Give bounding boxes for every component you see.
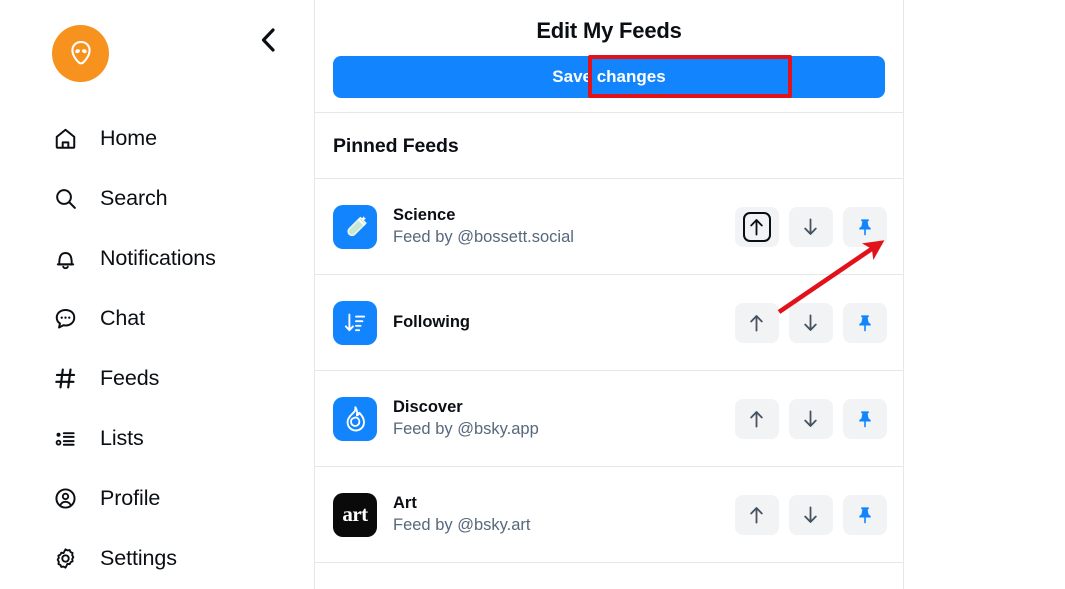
bell-icon	[52, 245, 78, 271]
main-content: Edit My Feeds Save changes Pinned Feeds …	[315, 0, 904, 589]
row-actions	[734, 494, 887, 535]
move-down-button[interactable]	[788, 398, 833, 439]
feed-byline: Feed by @bossett.social	[393, 227, 574, 246]
feed-info: Art Feed by @bsky.art	[393, 493, 735, 536]
move-down-button[interactable]	[788, 302, 833, 343]
next-row-placeholder	[315, 562, 903, 589]
table-row[interactable]: Following	[315, 274, 903, 370]
sidebar: Home Search Notifications Chat Feeds Lis…	[0, 0, 315, 589]
alien-avatar-icon[interactable]	[52, 25, 109, 82]
sidebar-item-lists[interactable]: Lists	[0, 408, 314, 468]
sidebar-item-label: Profile	[100, 485, 161, 510]
sidebar-item-notifications[interactable]: Notifications	[0, 228, 314, 288]
feed-byline: Feed by @bsky.app	[393, 419, 539, 438]
chevron-left-icon[interactable]	[250, 22, 286, 58]
sidebar-item-label: Chat	[100, 305, 146, 330]
table-row[interactable]: Discover Feed by @bsky.app	[315, 370, 903, 466]
search-icon	[52, 185, 78, 211]
pin-button[interactable]	[842, 398, 887, 439]
sidebar-item-label: Feeds	[100, 365, 160, 390]
sidebar-item-settings[interactable]: Settings	[0, 528, 314, 588]
move-up-button[interactable]	[734, 302, 779, 343]
sidebar-header	[0, 0, 314, 108]
save-changes-button[interactable]: Save changes	[333, 56, 885, 98]
move-down-button[interactable]	[788, 206, 833, 247]
feed-name: Following	[393, 313, 470, 332]
row-actions	[734, 206, 887, 247]
test-tube-icon	[333, 204, 377, 249]
sidebar-item-profile[interactable]: Profile	[0, 468, 314, 528]
feed-info: Science Feed by @bossett.social	[393, 205, 735, 248]
page-title: Edit My Feeds	[536, 18, 682, 43]
pin-button[interactable]	[842, 206, 887, 247]
table-row[interactable]: art Art Feed by @bsky.art	[315, 466, 903, 562]
move-up-button[interactable]	[734, 206, 779, 247]
pin-button[interactable]	[842, 494, 887, 535]
feed-info: Following	[393, 312, 735, 333]
hashtag-icon	[52, 365, 78, 391]
sidebar-item-home[interactable]: Home	[0, 108, 314, 168]
sidebar-item-label: Notifications	[100, 245, 216, 270]
sidebar-item-label: Settings	[100, 545, 177, 570]
sort-descending-icon	[333, 300, 377, 345]
row-actions	[734, 398, 887, 439]
row-actions	[734, 302, 887, 343]
feed-name: Art	[393, 493, 417, 512]
art-text-icon: art	[333, 492, 377, 537]
sidebar-item-chat[interactable]: Chat	[0, 288, 314, 348]
pin-button[interactable]	[842, 302, 887, 343]
feed-info: Discover Feed by @bsky.app	[393, 397, 735, 440]
sidebar-item-label: Home	[100, 125, 157, 150]
move-up-button[interactable]	[734, 398, 779, 439]
sidebar-item-label: Search	[100, 185, 168, 210]
home-icon	[52, 125, 78, 151]
feed-byline: Feed by @bsky.art	[393, 515, 531, 534]
sidebar-item-label: Lists	[100, 425, 144, 450]
feed-name: Science	[393, 205, 456, 224]
app-window: Home Search Notifications Chat Feeds Lis…	[0, 0, 1065, 589]
user-circle-icon	[52, 485, 78, 511]
list-icon	[52, 425, 78, 451]
feed-name: Discover	[393, 397, 463, 416]
flame-icon	[333, 396, 377, 441]
sidebar-item-search[interactable]: Search	[0, 168, 314, 228]
gear-icon	[52, 545, 78, 571]
pinned-feeds-header: Pinned Feeds	[333, 135, 459, 157]
right-gutter	[903, 0, 1065, 589]
sidebar-nav: Home Search Notifications Chat Feeds Lis…	[0, 108, 314, 588]
save-button-container: Save changes	[315, 44, 903, 112]
sidebar-item-feeds[interactable]: Feeds	[0, 348, 314, 408]
table-row[interactable]: Science Feed by @bossett.social	[315, 178, 903, 274]
move-down-button[interactable]	[788, 494, 833, 535]
chat-bubble-icon	[52, 305, 78, 331]
move-up-button[interactable]	[734, 494, 779, 535]
